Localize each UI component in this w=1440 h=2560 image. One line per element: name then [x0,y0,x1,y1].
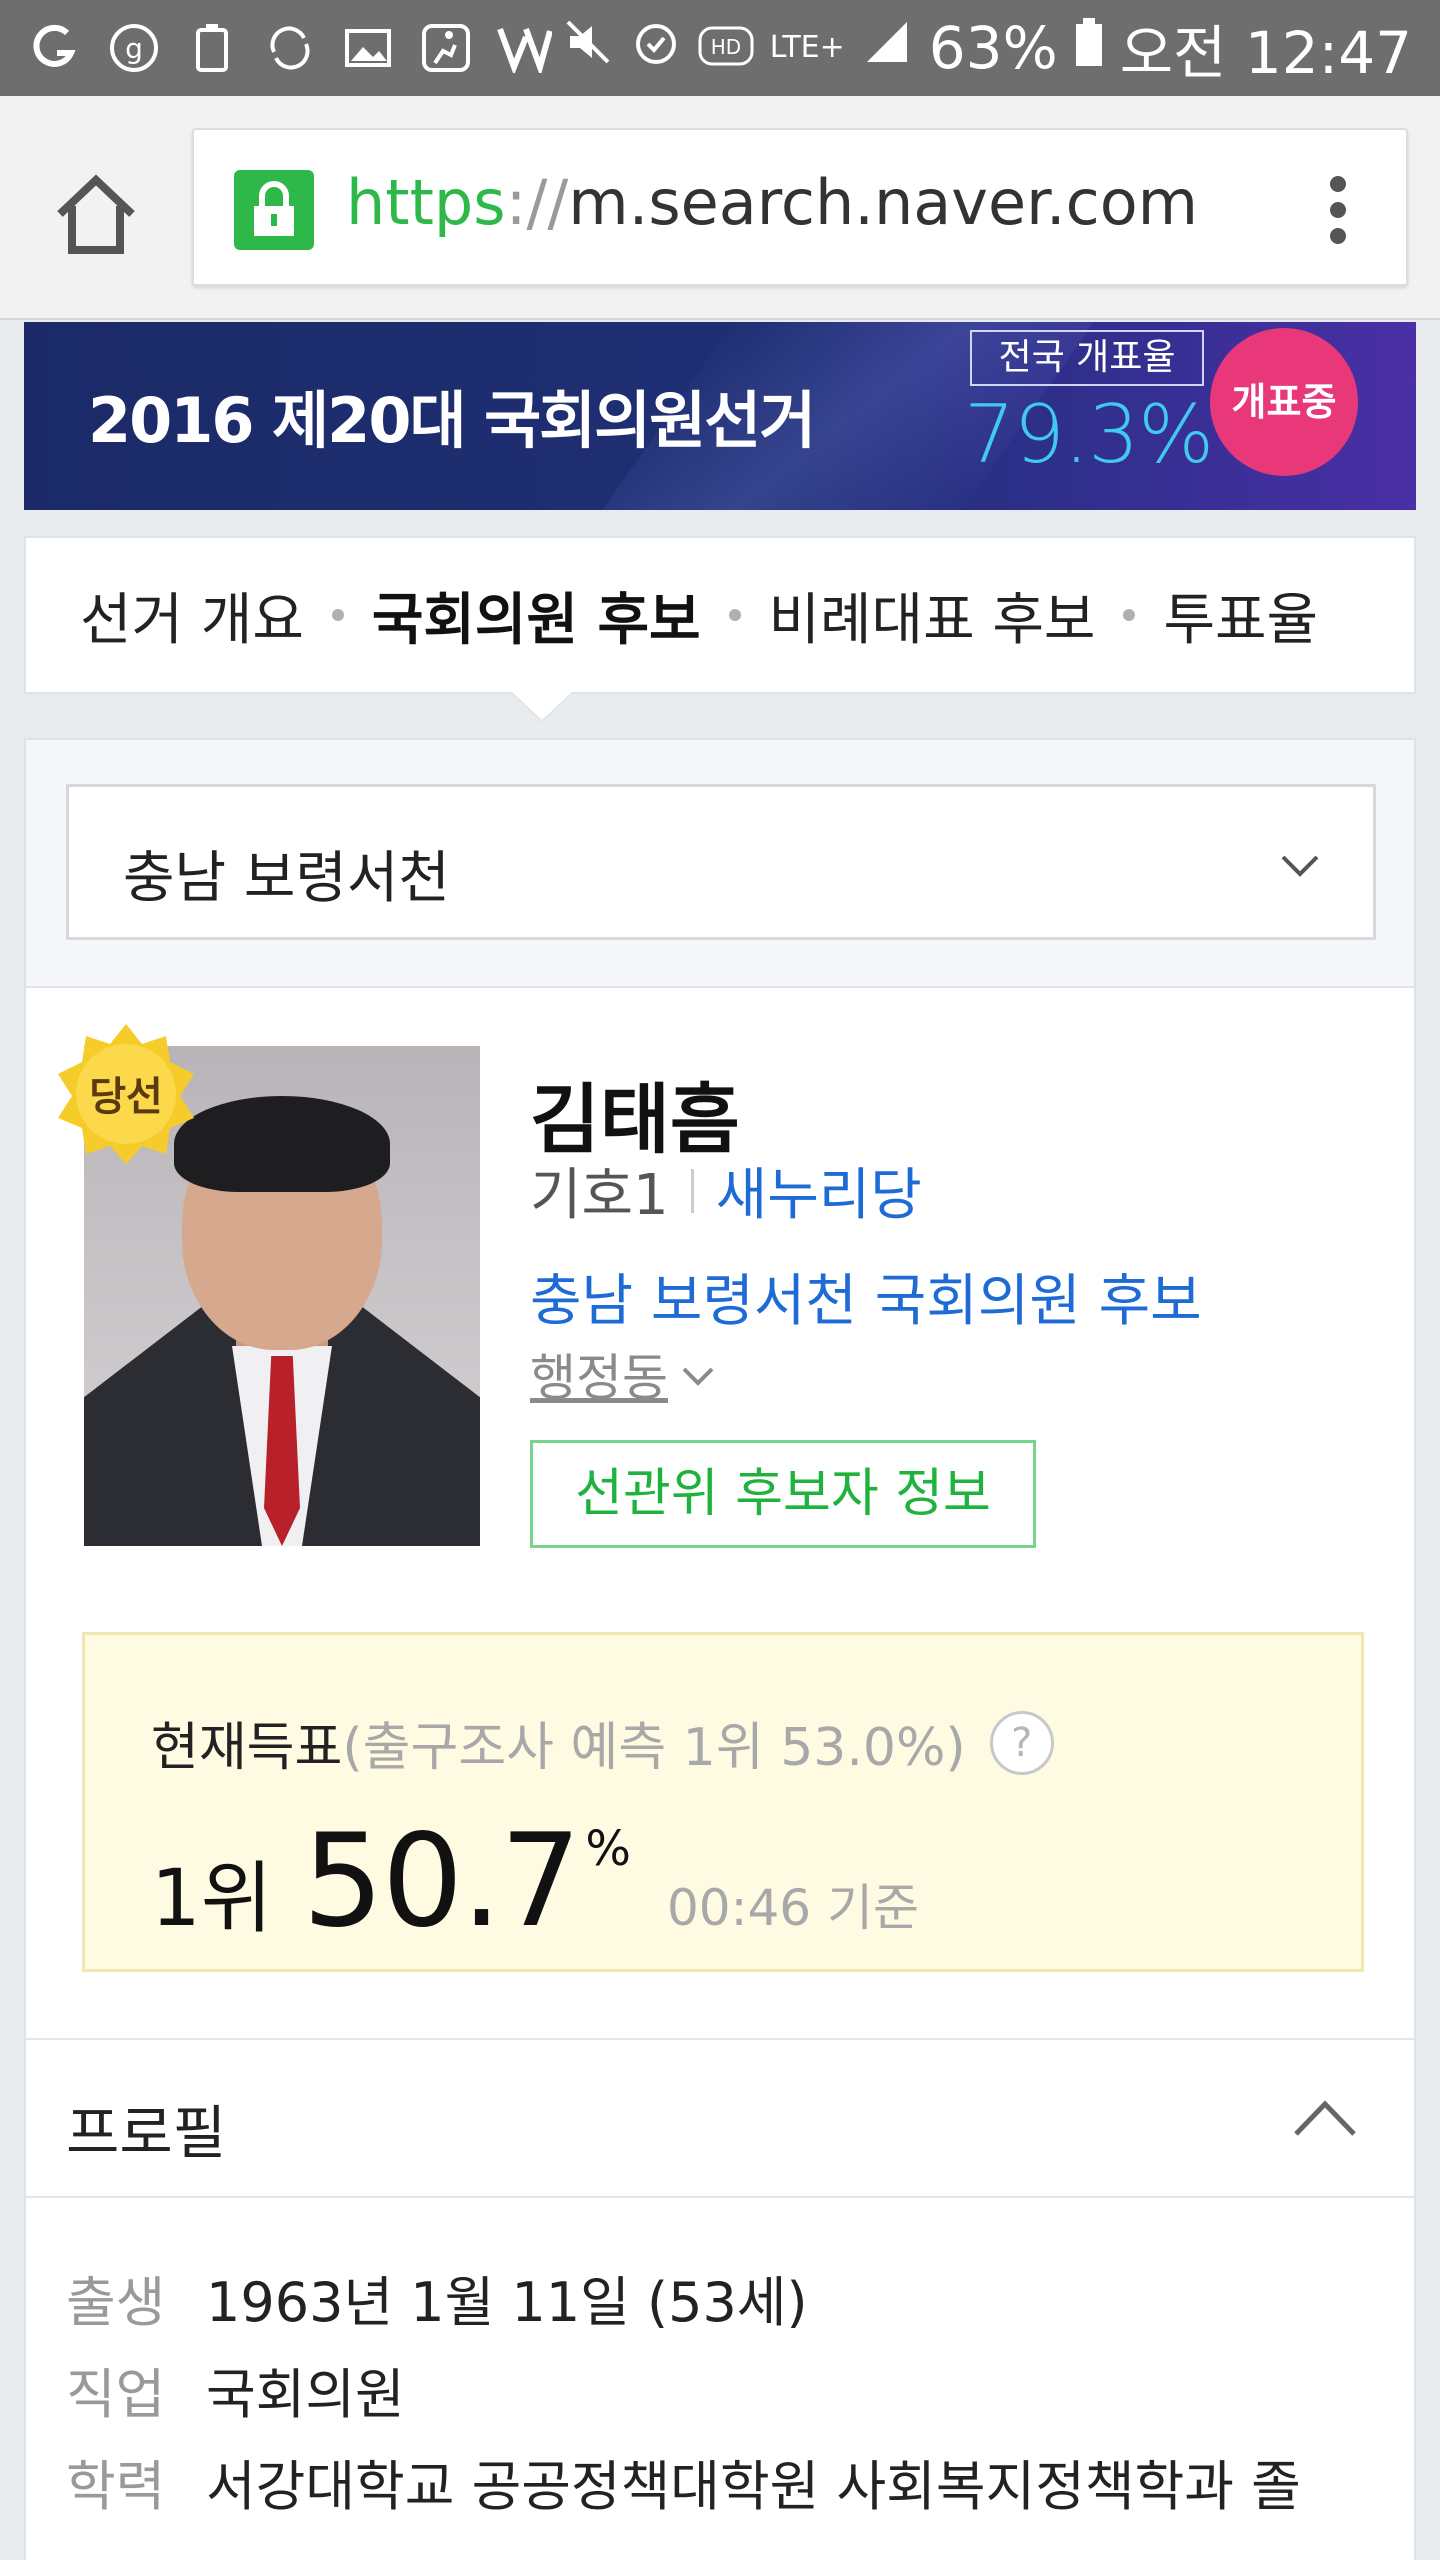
profile-row-job: 직업 국회의원 [66,2363,405,2426]
tab-proportional[interactable]: 비례대표 후보 [769,575,1096,656]
admin-district-toggle[interactable]: 행정동 [530,1338,718,1410]
current-vote-label: 현재득표 [151,1718,343,1778]
vote-rank: 1위 [151,1854,273,1944]
svg-text:g: g [125,32,143,65]
tab-turnout[interactable]: 투표율 [1163,575,1318,656]
tab-candidates[interactable]: 국회의원 후보 [372,575,701,656]
percent-sign: % [585,1821,631,1877]
candidate-card: 당선 김태흠 기호1 새누리당 충남 보령서천 국회의원 후보 행정동 선관위 … [24,988,1416,2560]
mute-icon [562,14,614,82]
address-bar[interactable]: https://m.search.naver.com [192,128,1408,286]
party-link[interactable]: 새누리당 [716,1150,922,1231]
election-banner[interactable]: 2016 제20대 국회의원선거 전국 개표율 79.3% 개표중 [24,322,1416,510]
region-dropdown[interactable]: 충남 보령서천 [66,784,1376,940]
sync-icon [262,20,318,76]
chevron-down-icon [678,1345,718,1403]
profile-title: 프로필 [66,2099,227,2167]
hd-icon: HD [698,14,754,82]
app-g-circle-icon: g [106,20,162,76]
running-icon [418,20,474,76]
exit-poll-text: (출구조사 예측 1위 53.0%) [342,1718,966,1778]
district-link[interactable]: 충남 보령서천 국회의원 후보 [530,1256,1202,1337]
vote-result-box: 현재득표 (출구조사 예측 1위 53.0%) ? 1위 50.7 % 00:4… [82,1632,1364,1972]
region-panel: 충남 보령서천 [24,738,1416,988]
signal-icon [861,14,913,82]
help-icon[interactable]: ? [989,1710,1054,1775]
more-menu-icon[interactable] [1328,176,1348,244]
tab-separator [728,609,741,621]
profile-row-education: 학력 서강대학교 공공정책대학원 사회복지정책학과 졸 [66,2455,1301,2518]
counting-status-badge: 개표중 [1210,328,1358,476]
lock-icon [234,170,314,250]
nec-candidate-info-button[interactable]: 선관위 후보자 정보 [530,1440,1036,1548]
election-tabs: 선거 개요 국회의원 후보 비례대표 후보 투표율 [24,536,1416,694]
active-tab-pointer [512,692,572,720]
vote-timestamp: 00:46 기준 [667,1879,919,1937]
svg-text:HD: HD [711,35,741,59]
turnout-rate-label: 전국 개표율 [970,330,1204,386]
image-icon [340,20,396,76]
battery-saver-icon [184,20,240,76]
tab-separator [1123,609,1136,621]
battery-icon [1074,14,1104,82]
profile-section-header[interactable]: 프로필 [26,2038,1414,2198]
banner-title: 2016 제20대 국회의원선거 [88,384,816,457]
region-selected: 충남 보령서천 [123,846,450,911]
tab-separator [331,609,344,621]
alarm-icon [630,14,682,82]
status-bar: g HD LTE+ 63% 오전 12:47 [0,0,1440,96]
candidate-meta: 기호1 새누리당 [530,1150,922,1231]
winner-badge: 당선 [52,1018,200,1166]
chevron-up-icon[interactable] [1290,2090,1360,2146]
tab-overview[interactable]: 선거 개요 [80,575,304,656]
candidate-number: 기호1 [530,1163,669,1228]
vote-percent: 50.7 [302,1807,581,1956]
chevron-down-icon [1275,841,1325,891]
counting-rate-value: 79.3% [964,388,1214,481]
home-icon[interactable] [46,166,146,266]
lte-icon: LTE+ [769,30,845,65]
browser-toolbar: https://m.search.naver.com [0,96,1440,320]
app-g-icon [28,20,84,76]
profile-row-birth: 출생 1963년 1월 11일 (53세) [66,2271,808,2334]
app-v-icon [496,20,552,76]
url-text: https://m.search.naver.com [346,166,1199,239]
battery-percent: 63% [928,14,1058,82]
clock: 오전 12:47 [1119,19,1412,87]
